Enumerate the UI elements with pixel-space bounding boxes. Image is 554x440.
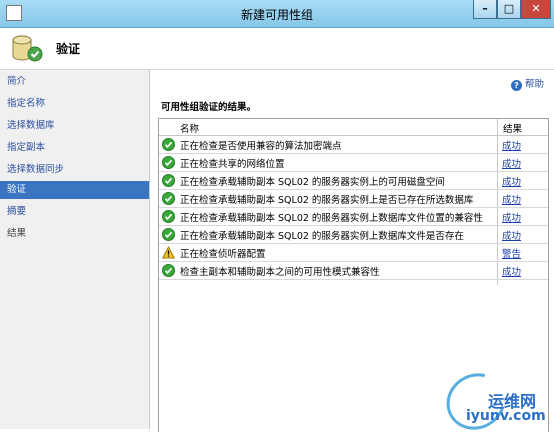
row-result-link[interactable]: 成功	[502, 138, 521, 152]
row-result-link[interactable]: 成功	[502, 228, 521, 242]
close-button[interactable]: ✕	[521, 0, 551, 19]
watermark-en: iyunv.com	[466, 408, 546, 424]
row-result-link[interactable]: 成功	[502, 210, 521, 224]
row-name: 正在检查侦听器配置	[180, 249, 266, 260]
row-result-link[interactable]: 成功	[502, 156, 521, 170]
maximize-button[interactable]: □	[497, 0, 521, 19]
row-name: 正在检查是否使用兼容的算法加密端点	[180, 141, 342, 152]
row-result-link[interactable]: 警告	[502, 246, 521, 260]
column-header-name[interactable]: 名称	[180, 121, 199, 135]
help-label: 帮助	[524, 79, 544, 90]
section-title: 可用性组验证的结果。	[161, 102, 257, 113]
table-row[interactable]: 正在检查共享的网络位置 成功	[159, 154, 548, 172]
database-check-icon	[12, 35, 43, 62]
success-icon	[162, 138, 175, 151]
table-row[interactable]: 正在检查承载辅助副本 SQL02 的服务器实例上数据库文件位置的兼容性 成功	[159, 208, 548, 226]
nav-item-data-sync[interactable]: 选择数据同步	[0, 161, 149, 179]
success-icon	[162, 228, 175, 241]
title-bar: 新建可用性组 – □ ✕	[0, 0, 554, 28]
nav-item-results: 结果	[7, 228, 27, 239]
table-row[interactable]: 正在检查承载辅助副本 SQL02 的服务器实例上数据库文件是否存在 成功	[159, 226, 548, 244]
wizard-nav: 简介 指定名称 选择数据库 指定副本 选择数据同步 验证 摘要 结果	[0, 70, 150, 429]
table-header: 名称 结果	[159, 119, 548, 136]
row-name: 正在检查承载辅助副本 SQL02 的服务器实例上是否已存在所选数据库	[180, 195, 474, 206]
success-icon	[162, 174, 175, 187]
table-row[interactable]: 正在检查是否使用兼容的算法加密端点 成功	[159, 136, 548, 154]
nav-item-specify-replicas[interactable]: 指定副本	[0, 139, 149, 157]
success-icon	[162, 264, 175, 277]
success-icon	[162, 156, 175, 169]
row-result-link[interactable]: 成功	[502, 264, 521, 278]
row-name: 检查主副本和辅助副本之间的可用性模式兼容性	[180, 267, 380, 278]
nav-item-select-databases[interactable]: 选择数据库	[0, 117, 149, 135]
window-title: 新建可用性组	[240, 8, 313, 22]
table-row[interactable]: 正在检查承载辅助副本 SQL02 的服务器实例上是否已存在所选数据库 成功	[159, 190, 548, 208]
table-row[interactable]: 检查主副本和辅助副本之间的可用性模式兼容性 成功	[159, 262, 548, 280]
success-icon	[162, 192, 175, 205]
row-name: 正在检查承载辅助副本 SQL02 的服务器实例上数据库文件位置的兼容性	[180, 213, 483, 224]
warning-icon	[162, 246, 175, 259]
minimize-button[interactable]: –	[473, 0, 497, 19]
row-name: 正在检查承载辅助副本 SQL02 的服务器实例上数据库文件是否存在	[180, 231, 464, 242]
table-row[interactable]: 正在检查承载辅助副本 SQL02 的服务器实例上的可用磁盘空间 成功	[159, 172, 548, 190]
success-icon	[162, 210, 175, 223]
column-header-result[interactable]: 结果	[503, 121, 522, 135]
nav-item-validation[interactable]: 验证	[0, 181, 149, 199]
page-title: 验证	[56, 42, 81, 56]
help-link[interactable]: ? 帮助	[510, 76, 544, 91]
table-row[interactable]: 正在检查侦听器配置 警告	[159, 244, 548, 262]
help-icon: ?	[510, 80, 522, 91]
row-result-link[interactable]: 成功	[502, 174, 521, 188]
nav-item-summary[interactable]: 摘要	[0, 203, 149, 221]
watermark-logo: 运维网 iyunv.com	[436, 362, 554, 440]
page-header: 验证	[0, 28, 554, 70]
row-name: 正在检查承载辅助副本 SQL02 的服务器实例上的可用磁盘空间	[180, 177, 445, 188]
row-result-link[interactable]: 成功	[502, 192, 521, 206]
nav-item-specify-name[interactable]: 指定名称	[0, 95, 149, 113]
row-name: 正在检查共享的网络位置	[180, 159, 285, 170]
nav-item-intro[interactable]: 简介	[0, 73, 149, 91]
